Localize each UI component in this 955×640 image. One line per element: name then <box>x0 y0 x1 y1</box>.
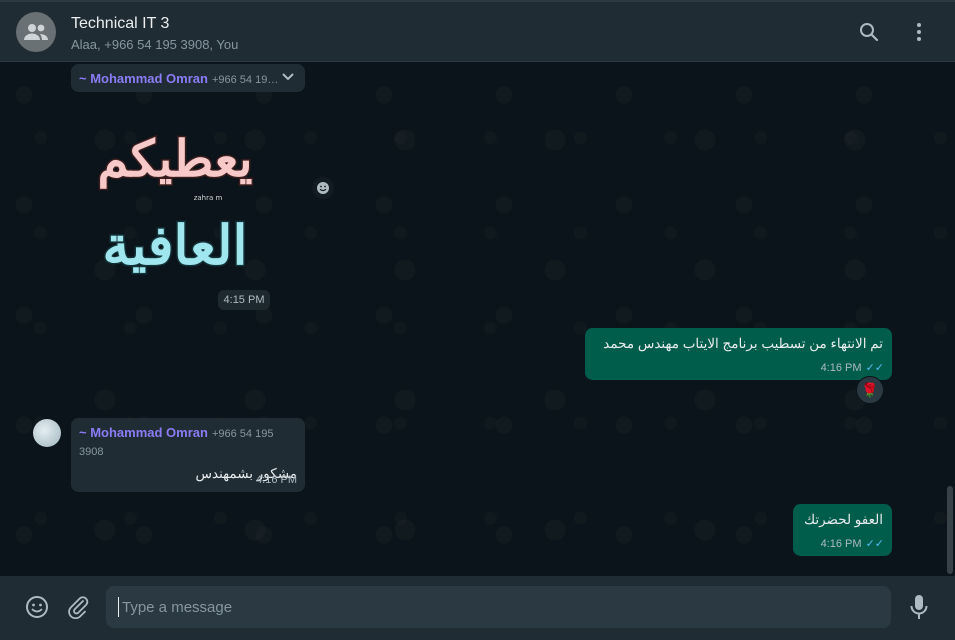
incoming-message[interactable]: ~ Mohammad Omran +966 54 195 3908 مشكور ب… <box>71 418 305 492</box>
group-avatar[interactable] <box>16 12 56 52</box>
reaction-badge[interactable]: 🌹 <box>856 376 884 404</box>
sender-name[interactable]: ~ Mohammad Omran <box>79 71 208 86</box>
message-input[interactable] <box>106 586 891 628</box>
emoji-button[interactable] <box>23 593 51 621</box>
chat-title[interactable]: Technical IT 3 <box>71 15 169 33</box>
sticker-time: 4:15 PM <box>218 290 270 310</box>
message-text: تم الانتهاء من تسطيب برنامج الايتاب مهند… <box>603 336 883 351</box>
react-button[interactable] <box>311 176 335 200</box>
chevron-down-icon[interactable] <box>281 72 295 82</box>
message-time: 4:16 PM <box>820 538 862 550</box>
chat-header[interactable]: Technical IT 3 Alaa, +966 54 195 3908, Y… <box>0 2 955 62</box>
read-ticks-icon: ✓✓ <box>865 362 884 374</box>
sender-avatar[interactable] <box>33 419 61 447</box>
message-time: 4:16 PM <box>820 362 862 374</box>
sender-name[interactable]: ~ Mohammad Omran <box>79 425 208 440</box>
search-button[interactable] <box>857 20 881 44</box>
attach-button[interactable] <box>64 593 92 621</box>
sticker-artwork: يعطيكم العافية zahra m <box>96 128 254 279</box>
message-meta: 4:16 PM ✓✓ <box>821 358 884 376</box>
menu-button[interactable] <box>907 20 931 44</box>
voice-button[interactable] <box>905 593 933 621</box>
sticker-text-1: يعطيكم <box>97 129 252 189</box>
read-ticks-icon: ✓✓ <box>865 538 884 550</box>
message-input-box[interactable] <box>106 586 891 628</box>
text-caret <box>118 597 119 617</box>
sticker-image[interactable]: يعطيكم العافية zahra m <box>80 104 270 284</box>
scrollbar[interactable] <box>947 486 953 574</box>
outgoing-message[interactable]: تم الانتهاء من تسطيب برنامج الايتاب مهند… <box>585 328 892 380</box>
sender-phone: +966 54 19… <box>211 74 279 86</box>
message-meta: 4:16 PM <box>256 470 297 488</box>
emoji-icon <box>26 596 48 618</box>
message-time: 4:16 PM <box>256 474 297 486</box>
paperclip-icon <box>68 596 89 619</box>
outgoing-message[interactable]: العفو لحضرتك 4:16 PM ✓✓ <box>793 504 892 556</box>
search-icon <box>860 23 879 42</box>
message-text: العفو لحضرتك <box>803 512 883 527</box>
message-meta: 4:16 PM ✓✓ <box>821 534 884 552</box>
kebab-menu-icon <box>917 23 921 41</box>
chat-participants: Alaa, +966 54 195 3908, You <box>71 37 239 52</box>
composer-bar <box>0 576 955 640</box>
rose-reaction-icon: 🌹 <box>861 381 879 398</box>
smiley-icon <box>317 182 329 194</box>
message-list[interactable]: ~ Mohammad Omran +966 54 19… يعطيكم العاف… <box>0 62 955 576</box>
sticker-text-2: العافية <box>102 213 247 277</box>
microphone-icon <box>910 595 928 619</box>
group-icon <box>24 24 48 40</box>
sticker-sender-bar[interactable]: ~ Mohammad Omran +966 54 19… <box>71 64 305 92</box>
sticker-watermark: zahra m <box>194 194 223 202</box>
